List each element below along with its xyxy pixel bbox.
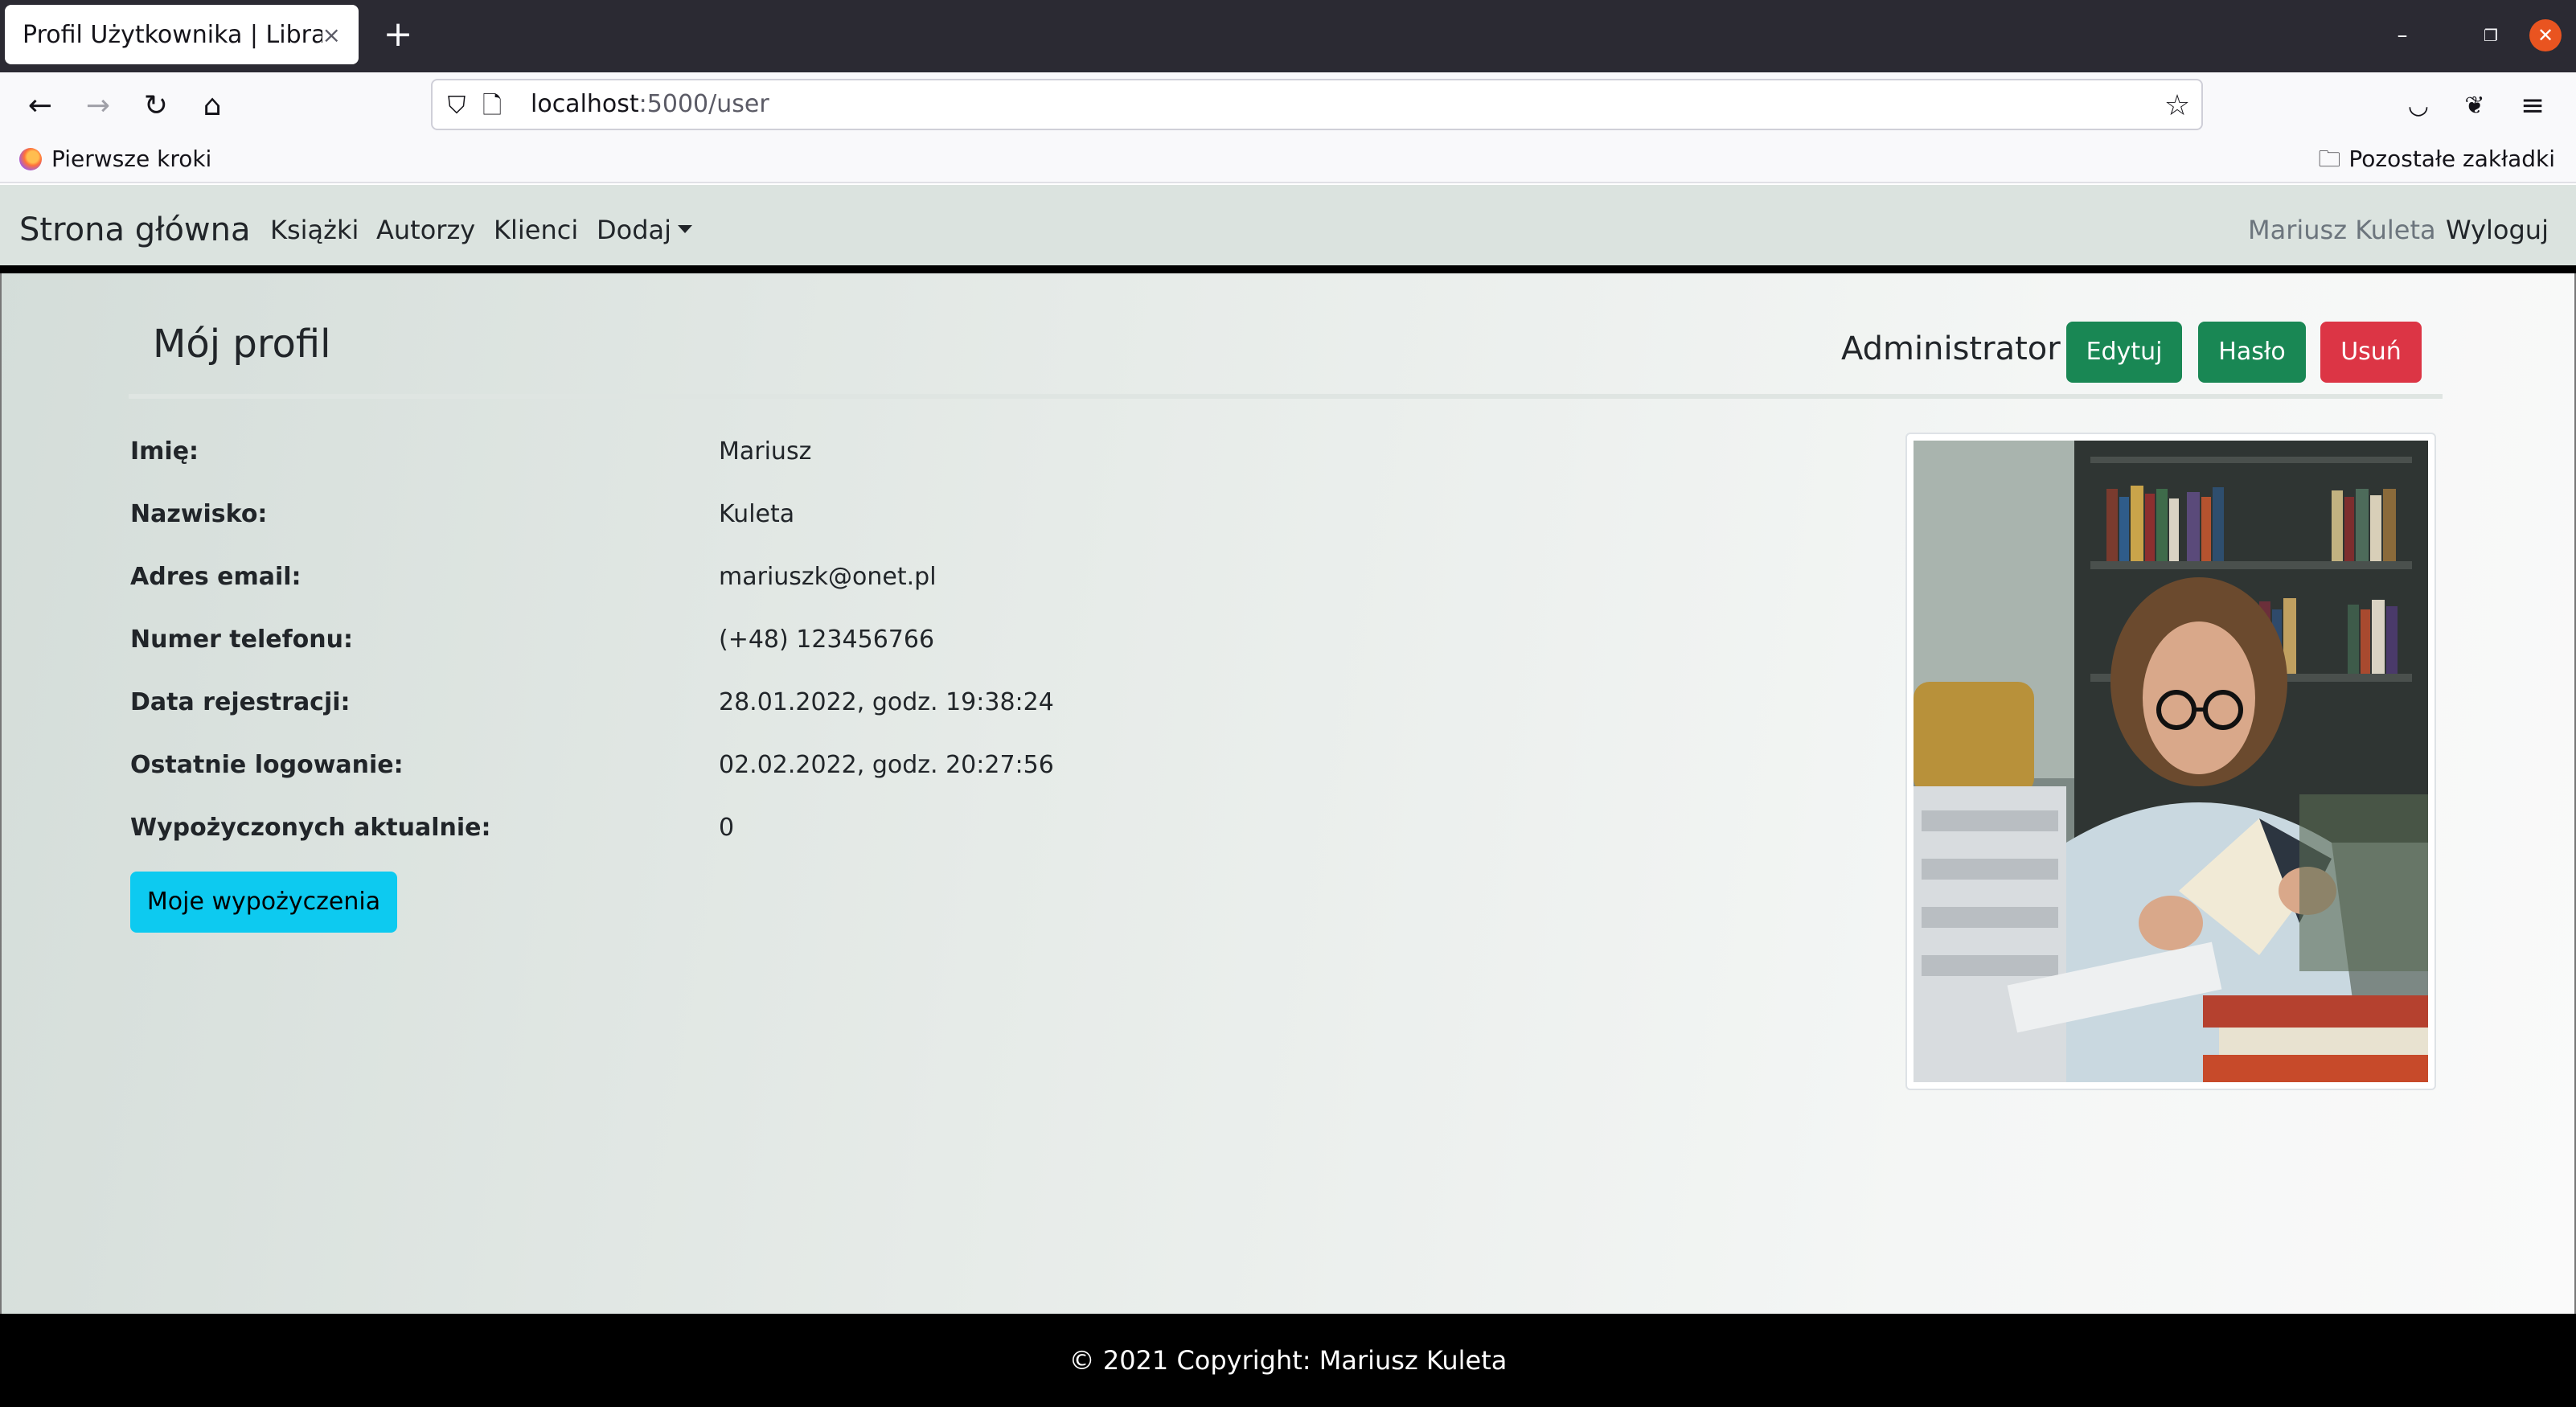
folder-icon: 🗀 <box>2318 146 2341 172</box>
window-close-icon[interactable]: ✕ <box>2529 19 2562 51</box>
divider <box>129 394 2443 399</box>
page-title: Mój profil <box>153 322 331 367</box>
bookmark-label: Pierwsze kroki <box>51 146 212 172</box>
field-label-borrowed: Wypożyczonych aktualnie: <box>130 814 491 842</box>
browser-tab[interactable]: Profil Użytkownika | Library × <box>5 5 359 64</box>
pocket-icon[interactable]: ◡ <box>2399 87 2438 125</box>
my-loans-button[interactable]: Moje wypożyczenia <box>130 872 397 933</box>
firefox-icon <box>19 148 42 170</box>
back-icon[interactable]: ← <box>21 87 59 125</box>
field-label-phone: Numer telefonu: <box>130 626 354 654</box>
footer: © 2021 Copyright: Mariusz Kuleta <box>0 1314 2576 1407</box>
field-value-borrowed: 0 <box>719 814 735 842</box>
reload-icon[interactable]: ↻ <box>137 87 175 125</box>
minimize-icon[interactable]: – <box>2383 16 2422 55</box>
edit-button[interactable]: Edytuj <box>2066 322 2182 383</box>
nav-dropdown-label: Dodaj <box>597 215 672 245</box>
field-value-last-name: Kuleta <box>719 500 795 528</box>
nav-dropdown-add[interactable]: Dodaj <box>597 211 693 249</box>
profile-photo <box>1914 441 2428 1082</box>
field-value-first-name: Mariusz <box>719 437 812 466</box>
password-button[interactable]: Hasło <box>2198 322 2306 383</box>
field-label-email: Adres email: <box>130 563 301 591</box>
tab-title: Profil Użytkownika | Library <box>23 20 322 49</box>
nav-user-name[interactable]: Mariusz Kuleta <box>2248 211 2436 249</box>
nav-logout[interactable]: Wyloguj <box>2446 211 2549 249</box>
url-host: localhost <box>531 90 639 118</box>
bookmark-item[interactable]: Pierwsze kroki <box>19 143 211 175</box>
field-label-last-name: Nazwisko: <box>130 500 268 528</box>
navbar-brand[interactable]: Strona główna <box>19 207 251 252</box>
field-value-phone: (+48) 123456766 <box>719 626 935 654</box>
caret-down-icon <box>678 225 693 233</box>
new-tab-icon[interactable]: + <box>378 14 418 55</box>
field-label-registered: Data rejestracji: <box>130 688 351 716</box>
field-label-first-name: Imię: <box>130 437 199 466</box>
field-value-last-login: 02.02.2022, godz. 20:27:56 <box>719 751 1054 779</box>
bookmarks-bar <box>0 137 2576 183</box>
tab-close-icon[interactable]: × <box>322 22 341 48</box>
shield-icon[interactable]: ⛉ <box>437 87 476 125</box>
page-icon: 🗋 <box>482 92 502 120</box>
url-text[interactable]: localhost:5000/user <box>531 88 769 121</box>
field-value-email: mariuszk@onet.pl <box>719 563 937 591</box>
other-bookmarks[interactable]: 🗀 Pozostałe zakładki <box>2318 143 2555 175</box>
url-path: :5000/user <box>638 90 769 118</box>
nav-link-books[interactable]: Książki <box>270 211 359 249</box>
other-bookmarks-label: Pozostałe zakładki <box>2348 146 2555 172</box>
nav-link-clients[interactable]: Klienci <box>494 211 578 249</box>
bookmark-star-icon[interactable]: ☆ <box>2158 87 2197 125</box>
forward-icon[interactable]: → <box>79 87 117 125</box>
extension-icon[interactable]: ❦ <box>2455 87 2494 125</box>
profile-photo-frame <box>1905 433 2436 1090</box>
role-label: Administrator <box>1841 330 2061 367</box>
delete-button[interactable]: Usuń <box>2320 322 2422 383</box>
menu-icon[interactable]: ≡ <box>2513 87 2552 125</box>
home-icon[interactable]: ⌂ <box>193 87 232 125</box>
field-label-last-login: Ostatnie logowanie: <box>130 751 404 779</box>
profile-photo-illustration <box>1914 441 2428 1082</box>
restore-icon[interactable]: ❐ <box>2471 16 2510 55</box>
nav-link-authors[interactable]: Autorzy <box>376 211 475 249</box>
field-value-registered: 28.01.2022, godz. 19:38:24 <box>719 688 1054 716</box>
